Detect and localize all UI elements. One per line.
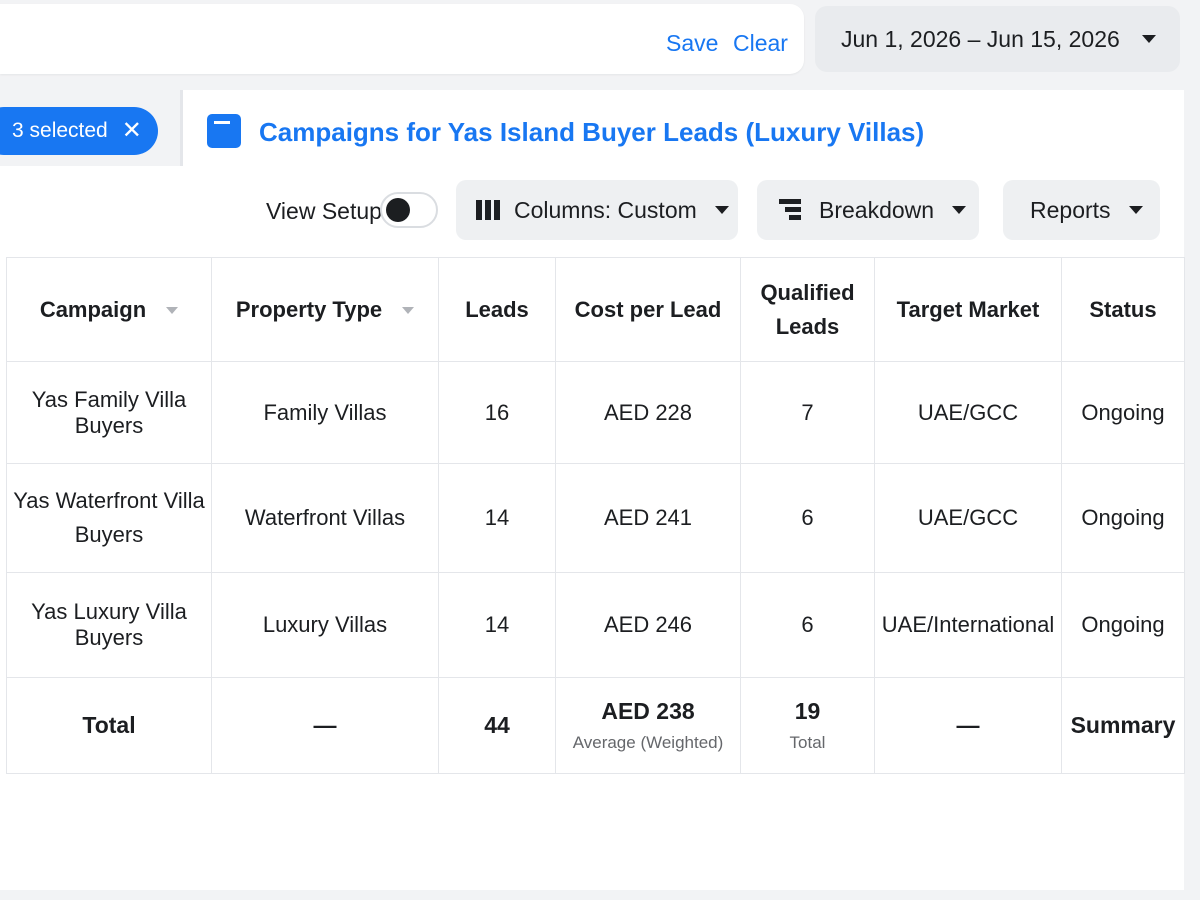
cell-qualified-leads: 6	[740, 463, 875, 573]
cell-leads: 16	[438, 361, 556, 464]
header-qualified-leads[interactable]: Qualified Leads	[740, 257, 875, 362]
total-leads: 44	[438, 677, 556, 774]
total-qualified-note: Total	[789, 733, 826, 752]
cell-property-type: Luxury Villas	[211, 572, 439, 678]
total-label: Total	[6, 677, 212, 774]
sort-icon[interactable]	[402, 307, 415, 315]
cell-property-type: Family Villas	[211, 361, 439, 464]
chevron-down-icon	[952, 206, 967, 214]
columns-button[interactable]: Columns: Custom	[456, 180, 738, 240]
cell-cost-per-lead: AED 246	[555, 572, 741, 678]
header-leads[interactable]: Leads	[438, 257, 556, 362]
columns-icon	[476, 200, 500, 220]
toggle-knob	[386, 198, 410, 222]
reports-button[interactable]: Reports	[1003, 180, 1160, 240]
total-cost-per-lead: AED 238 Average (Weighted)	[555, 677, 741, 774]
page-title: Campaigns for Yas Island Buyer Leads (Lu…	[259, 117, 925, 147]
total-qualified-value: 19	[794, 698, 821, 724]
cell-campaign: Yas Waterfront Villa Buyers	[6, 463, 212, 573]
campaign-icon	[207, 114, 241, 148]
table-row[interactable]: Yas Family Villa Buyers Family Villas 16…	[6, 361, 1185, 464]
cell-target-market: UAE/GCC	[874, 463, 1062, 573]
filter-bar: Save Clear	[0, 4, 804, 74]
total-target-market: —	[874, 677, 1062, 774]
cell-leads: 14	[438, 463, 556, 573]
selected-count: 3 selected	[12, 119, 108, 142]
selected-chip[interactable]: 3 selected ✕	[0, 107, 158, 155]
cell-leads: 14	[438, 572, 556, 678]
header-campaign[interactable]: Campaign	[6, 257, 212, 362]
cell-status: Ongoing	[1061, 463, 1185, 573]
date-range-picker[interactable]: Jun 1, 2026 – Jun 15, 2026	[815, 6, 1180, 72]
table-row[interactable]: Yas Luxury Villa Buyers Luxury Villas 14…	[6, 572, 1185, 678]
date-range-label: Jun 1, 2026 – Jun 15, 2026	[841, 25, 1120, 52]
total-qualified-leads: 19 Total	[740, 677, 875, 774]
columns-label: Columns: Custom	[514, 196, 697, 223]
cell-cost-per-lead: AED 241	[555, 463, 741, 573]
view-setup-toggle[interactable]	[380, 192, 438, 228]
total-cost-note: Average (Weighted)	[572, 733, 724, 752]
breakdown-label: Breakdown	[819, 196, 935, 223]
save-button[interactable]: Save	[666, 30, 718, 57]
total-property-type: —	[211, 677, 439, 774]
table-header-row: Campaign Property Type Leads Cost per Le…	[6, 257, 1185, 362]
header-cost-per-lead[interactable]: Cost per Lead	[555, 257, 741, 362]
header-status[interactable]: Status	[1061, 257, 1185, 362]
cell-cost-per-lead: AED 228	[555, 361, 741, 464]
total-status: Summary	[1061, 677, 1185, 774]
total-cost-value: AED 238	[601, 698, 695, 724]
table-row[interactable]: Yas Waterfront Villa Buyers Waterfront V…	[6, 463, 1185, 573]
header-target-market[interactable]: Target Market	[874, 257, 1062, 362]
cell-status: Ongoing	[1061, 361, 1185, 464]
cell-target-market: UAE/GCC	[874, 361, 1062, 464]
chevron-down-icon	[1128, 206, 1143, 214]
breakdown-button[interactable]: Breakdown	[757, 180, 979, 240]
clear-button[interactable]: Clear	[733, 30, 788, 57]
chevron-down-icon	[714, 206, 729, 214]
cell-qualified-leads: 7	[740, 361, 875, 464]
cell-target-market: UAE/International	[874, 572, 1062, 678]
cell-campaign: Yas Family Villa Buyers	[6, 361, 212, 464]
campaigns-table: Campaign Property Type Leads Cost per Le…	[6, 257, 1185, 774]
panel-divider	[180, 90, 183, 166]
reports-label: Reports	[1030, 196, 1111, 223]
chevron-down-icon	[1142, 35, 1156, 43]
close-icon[interactable]: ✕	[122, 119, 142, 143]
cell-campaign: Yas Luxury Villa Buyers	[6, 572, 212, 678]
breakdown-icon	[779, 199, 803, 221]
cell-qualified-leads: 6	[740, 572, 875, 678]
sort-icon[interactable]	[166, 307, 179, 315]
header-property-type[interactable]: Property Type	[211, 257, 439, 362]
total-row: Total — 44 AED 238 Average (Weighted) 19…	[6, 677, 1185, 774]
cell-status: Ongoing	[1061, 572, 1185, 678]
cell-property-type: Waterfront Villas	[211, 463, 439, 573]
view-setup-label: View Setup	[266, 198, 382, 224]
